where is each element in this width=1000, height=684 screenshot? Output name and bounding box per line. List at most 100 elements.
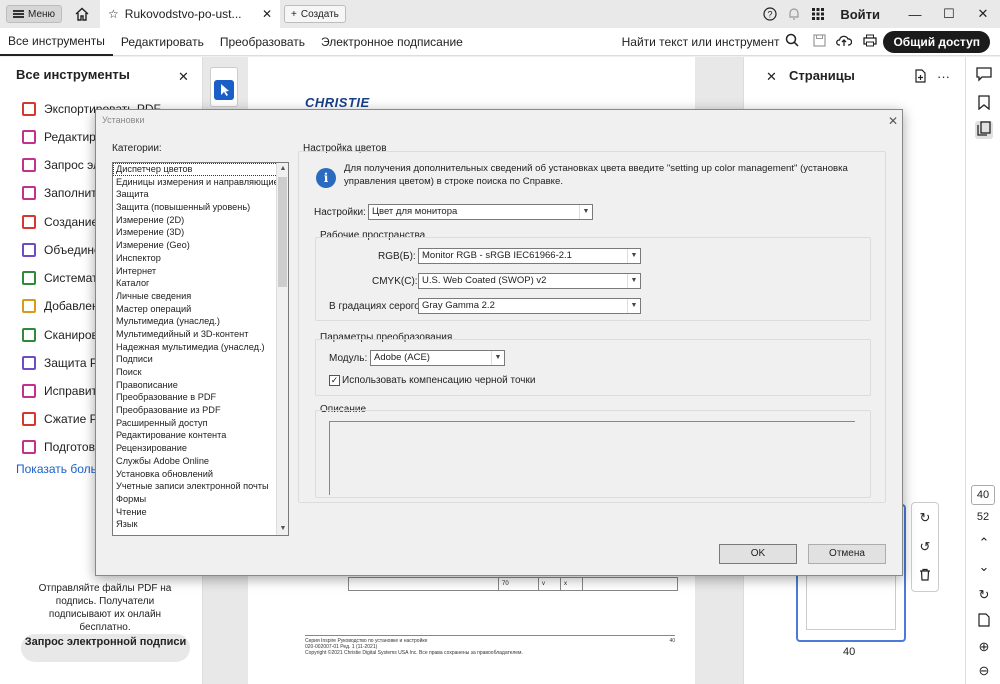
category-item[interactable]: Интернет — [113, 265, 288, 278]
find-tool[interactable]: Найти текст или инструмент — [622, 33, 808, 50]
cmyk-select[interactable]: U.S. Web Coated (SWOP) v2 ▼ — [418, 273, 641, 289]
category-item[interactable]: Единицы измерения и направляющие — [113, 176, 288, 189]
pages-icon[interactable] — [975, 121, 993, 139]
save-icon[interactable] — [807, 33, 831, 50]
category-item[interactable]: Надежная мультимедиа (унаслед.) — [113, 341, 288, 354]
current-page-input[interactable]: 40 — [971, 485, 995, 505]
bell-icon[interactable] — [782, 7, 806, 21]
category-item[interactable]: Измерение (3D) — [113, 226, 288, 239]
tool-request-esign[interactable]: Запрос эле — [22, 155, 107, 175]
signin-button[interactable]: Войти — [840, 7, 880, 22]
module-select[interactable]: Adobe (ACE) ▼ — [370, 350, 505, 366]
category-item[interactable]: Мастер операций — [113, 303, 288, 316]
tool-scan[interactable]: Сканирова — [22, 325, 104, 345]
dialog-close-icon[interactable]: ✕ — [888, 114, 898, 128]
category-item[interactable]: Редактирование контента — [113, 429, 288, 442]
category-item[interactable]: Учетные записи электронной почты — [113, 480, 288, 493]
upload-cloud-icon[interactable] — [831, 34, 857, 50]
category-item[interactable]: Преобразование из PDF — [113, 404, 288, 417]
category-item[interactable]: Защита — [113, 188, 288, 201]
footer-line: Copyright ©2021 Christie Digital Systems… — [305, 650, 523, 656]
settings-select[interactable]: Цвет для монитора ▼ — [368, 204, 593, 220]
tool-protect[interactable]: Защита PD — [22, 353, 107, 373]
tool-organize[interactable]: Системати — [22, 268, 104, 288]
close-panel-icon[interactable]: ✕ — [178, 69, 189, 85]
tab-convert[interactable]: Преобразовать — [212, 28, 313, 56]
document-properties-icon[interactable] — [975, 613, 993, 631]
category-item[interactable]: Чтение — [113, 506, 288, 519]
category-item[interactable]: Мультимедиа (унаслед.) — [113, 315, 288, 328]
rgb-select[interactable]: Monitor RGB - sRGB IEC61966-2.1 ▼ — [418, 248, 641, 264]
thumbnail-page-label: 40 — [843, 646, 856, 658]
maximize-icon[interactable]: ☐ — [932, 6, 966, 22]
svg-text:?: ? — [768, 10, 773, 20]
chevron-up-icon[interactable]: ⌃ — [975, 535, 993, 553]
print-icon[interactable] — [857, 34, 883, 50]
blackpoint-label: Использовать компенсацию черной точки — [342, 375, 536, 386]
trash-icon[interactable] — [919, 568, 931, 584]
category-item[interactable]: Правописание — [113, 379, 288, 392]
minimize-icon[interactable]: — — [898, 7, 932, 22]
new-tab-button[interactable]: + Создать — [284, 5, 346, 23]
category-item[interactable]: Личные сведения — [113, 290, 288, 303]
scroll-thumb[interactable] — [278, 177, 287, 287]
refresh-icon[interactable]: ↻ — [975, 587, 993, 605]
settings-value: Цвет для монитора — [372, 206, 458, 217]
more-options-icon[interactable]: ··· — [937, 69, 950, 86]
star-icon[interactable]: ☆ — [108, 7, 119, 21]
category-item[interactable]: Инспектор — [113, 252, 288, 265]
select-tool-button[interactable] — [214, 80, 234, 100]
zoom-in-icon[interactable]: ⊕ — [975, 639, 993, 657]
gray-select[interactable]: Gray Gamma 2.2 ▼ — [418, 298, 641, 314]
tool-fill-sign[interactable]: Заполнить — [22, 183, 103, 203]
category-item[interactable]: Измерение (Geo) — [113, 239, 288, 252]
scroll-down-icon[interactable]: ▼ — [277, 523, 288, 535]
category-item[interactable]: Службы Adobe Online — [113, 455, 288, 468]
scroll-up-icon[interactable]: ▲ — [277, 163, 288, 175]
category-item[interactable]: Диспетчер цветов — [113, 163, 288, 176]
rotate-counterclockwise-icon[interactable]: ↺ — [920, 539, 931, 555]
apps-grid-icon[interactable] — [806, 7, 830, 21]
insert-page-icon[interactable] — [914, 69, 927, 86]
home-icon[interactable] — [74, 6, 90, 22]
menu-button[interactable]: Меню — [6, 5, 63, 23]
category-item[interactable]: Поиск — [113, 366, 288, 379]
tool-redact[interactable]: Исправить — [22, 381, 103, 401]
search-icon[interactable] — [785, 33, 799, 50]
category-item[interactable]: Измерение (2D) — [113, 214, 288, 227]
share-button[interactable]: Общий доступ — [883, 30, 990, 53]
category-item[interactable]: Преобразование в PDF — [113, 391, 288, 404]
close-window-icon[interactable]: ✕ — [966, 6, 1000, 22]
category-item[interactable]: Каталог — [113, 277, 288, 290]
category-item[interactable]: Установка обновлений — [113, 468, 288, 481]
category-item[interactable]: Формы — [113, 493, 288, 506]
category-item[interactable]: Рецензирование — [113, 442, 288, 455]
request-esign-button[interactable]: Запрос электронной подписи — [21, 634, 190, 662]
tab-edit[interactable]: Редактировать — [113, 28, 212, 56]
blackpoint-checkbox[interactable]: ✓ — [329, 375, 340, 386]
create-pdf-icon — [22, 215, 36, 229]
category-item[interactable]: Язык — [113, 518, 288, 531]
comment-icon[interactable] — [975, 67, 993, 85]
rgb-label: RGB(Б): — [378, 251, 416, 262]
category-item[interactable]: Мультимедийный и 3D-контент — [113, 328, 288, 341]
document-tab[interactable]: ☆ Rukovodstvo-po-ust... ✕ — [100, 0, 281, 28]
category-item[interactable]: Подписи — [113, 353, 288, 366]
tool-add-comment[interactable]: Добавлени — [22, 296, 105, 316]
ok-button[interactable]: OK — [719, 544, 797, 564]
bookmark-icon[interactable] — [975, 95, 993, 113]
category-item[interactable]: Расширенный доступ — [113, 417, 288, 430]
tab-esign[interactable]: Электронное подписание — [313, 28, 471, 56]
tab-all-tools[interactable]: Все инструменты — [0, 28, 113, 56]
close-tab-icon[interactable]: ✕ — [262, 7, 272, 21]
tool-compress[interactable]: Сжатие PD — [22, 409, 106, 429]
zoom-out-icon[interactable]: ⊖ — [975, 663, 993, 681]
cancel-button[interactable]: Отмена — [808, 544, 886, 564]
categories-list[interactable]: Диспетчер цветов Единицы измерения и напр… — [112, 162, 289, 536]
help-icon[interactable]: ? — [758, 7, 782, 21]
close-pages-icon[interactable]: ✕ — [766, 69, 777, 85]
categories-scrollbar[interactable]: ▲ ▼ — [276, 163, 288, 535]
category-item[interactable]: Защита (повышенный уровень) — [113, 201, 288, 214]
rotate-clockwise-icon[interactable]: ↻ — [920, 510, 931, 526]
chevron-down-icon[interactable]: ⌄ — [975, 559, 993, 577]
